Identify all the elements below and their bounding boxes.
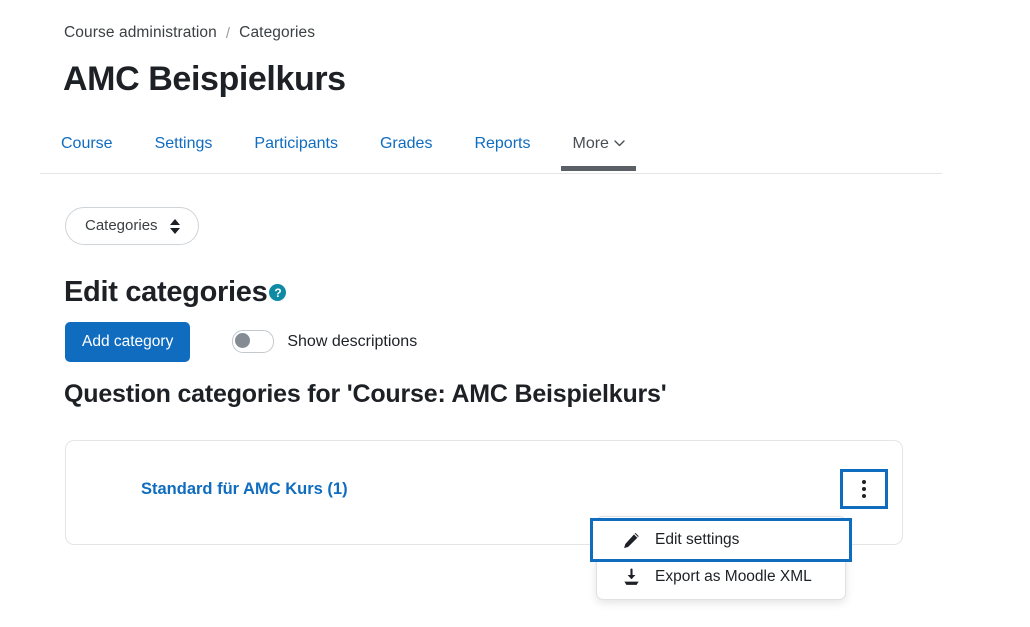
menu-item-edit-settings-label: Edit settings <box>655 531 740 548</box>
pencil-icon <box>621 530 641 550</box>
toggle-knob <box>235 333 251 349</box>
show-descriptions-toggle-group[interactable]: Show descriptions <box>232 330 418 354</box>
course-nav-tabs: Course Settings Participants Grades Repo… <box>40 128 942 174</box>
help-icon[interactable]: ? <box>269 284 287 301</box>
page-title: AMC Beispielkurs <box>63 60 346 98</box>
edit-categories-heading-label: Edit categories <box>64 276 268 308</box>
categories-select-value: Categories <box>85 217 158 234</box>
kebab-dot <box>862 480 866 484</box>
category-action-menu: Edit settings Export as Moodle XML <box>590 516 852 600</box>
page-selector-wrapper: Categories <box>65 207 199 245</box>
breadcrumb-separator: / <box>225 24 231 42</box>
category-actions: Add category Show descriptions <box>65 322 417 362</box>
download-icon <box>621 567 641 587</box>
tab-course-label: Course <box>61 135 113 152</box>
kebab-dot <box>862 494 866 498</box>
tab-grades[interactable]: Grades <box>359 128 453 170</box>
show-descriptions-label: Show descriptions <box>287 332 418 350</box>
tab-settings[interactable]: Settings <box>134 128 234 170</box>
breadcrumb-item-course-administration[interactable]: Course administration <box>64 24 217 42</box>
categories-select[interactable]: Categories <box>65 207 199 245</box>
tab-course[interactable]: Course <box>40 128 134 170</box>
tab-grades-label: Grades <box>379 135 433 152</box>
chevron-down-icon <box>614 136 625 150</box>
menu-item-export-moodle-xml-label: Export as Moodle XML <box>655 568 812 585</box>
menu-item-export-moodle-xml[interactable]: Export as Moodle XML <box>597 559 845 595</box>
category-name-link[interactable]: Standard für AMC Kurs (1) <box>141 480 348 499</box>
add-category-button[interactable]: Add category <box>65 322 191 362</box>
tab-reports[interactable]: Reports <box>453 128 551 170</box>
kebab-dot <box>862 487 866 491</box>
show-descriptions-toggle[interactable] <box>232 330 275 354</box>
tab-reports-label: Reports <box>474 135 531 152</box>
tab-settings-label: Settings <box>154 135 213 152</box>
breadcrumb: Course administration / Categories <box>64 24 315 42</box>
tab-more[interactable]: More <box>551 128 645 172</box>
question-categories-heading: Question categories for 'Course: AMC Bei… <box>64 380 667 408</box>
select-updown-icon <box>169 218 180 234</box>
tab-participants-label: Participants <box>254 135 338 152</box>
breadcrumb-item-categories[interactable]: Categories <box>239 24 315 42</box>
edit-categories-heading: Edit categories ? <box>64 276 287 309</box>
kebab-menu-icon[interactable] <box>840 469 888 509</box>
tab-more-label: More <box>572 135 609 152</box>
tab-participants[interactable]: Participants <box>233 128 359 170</box>
menu-item-edit-settings[interactable]: Edit settings <box>590 518 852 562</box>
